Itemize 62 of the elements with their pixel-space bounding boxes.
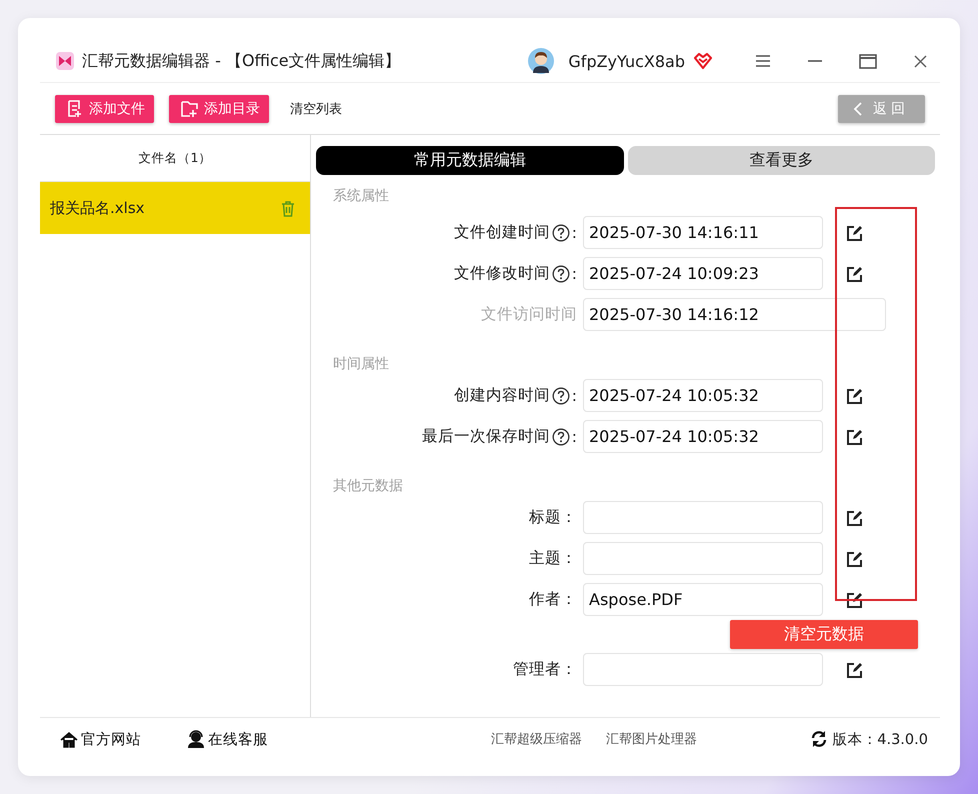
label-colon: : <box>572 386 577 404</box>
edit-button[interactable] <box>845 428 864 446</box>
refresh-icon[interactable] <box>810 730 828 748</box>
field-label: 创建内容时间 <box>454 385 550 406</box>
help-icon[interactable] <box>552 264 570 282</box>
tab[interactable]: 常用元数据编辑 <box>316 146 624 175</box>
vip-diamond-icon[interactable] <box>693 52 713 70</box>
field-label: 文件创建时间 <box>454 222 550 243</box>
input-field[interactable] <box>583 653 823 686</box>
app-link[interactable]: 汇帮图片处理器 <box>606 730 698 748</box>
help-icon[interactable] <box>552 386 570 404</box>
edit-button[interactable] <box>845 550 864 568</box>
website-link[interactable]: 官方网站 <box>60 730 141 748</box>
edit-button[interactable] <box>845 508 864 526</box>
version-label: 版本：4.3.0.0 <box>832 730 928 748</box>
field-label: 作者： <box>529 589 577 610</box>
label-colon: : <box>572 428 577 446</box>
section-title: 其他元数据 <box>332 477 404 496</box>
help-icon[interactable] <box>552 428 570 446</box>
window-title: 汇帮元数据编辑器 - 【Office文件属性编辑】 <box>82 50 402 72</box>
app-link[interactable]: 汇帮超级压缩器 <box>491 730 582 748</box>
file-add-icon <box>66 99 83 118</box>
field-label: 最后一次保存时间 <box>422 426 550 447</box>
help-icon[interactable] <box>552 224 570 242</box>
input-field[interactable] <box>583 542 823 575</box>
edit-button[interactable] <box>845 660 864 678</box>
headset-person-icon[interactable] <box>187 730 205 748</box>
section-title: 时间属性 <box>332 355 390 374</box>
label-colon: : <box>572 264 577 282</box>
user-avatar[interactable] <box>528 48 554 74</box>
input-field[interactable]: 2025-07-24 10:09:23 <box>583 257 823 290</box>
input-field[interactable]: 2025-07-24 10:05:32 <box>583 379 823 412</box>
field-label: 标题： <box>529 507 577 528</box>
home-icon[interactable] <box>60 730 78 748</box>
support-link[interactable]: 在线客服 <box>187 730 268 748</box>
maximize-icon[interactable] <box>859 52 877 70</box>
input-field[interactable]: 2025-07-24 10:05:32 <box>583 420 823 453</box>
file-item[interactable]: 报关品名.xlsx <box>40 182 310 234</box>
input-field[interactable]: 2025-07-30 14:16:11 <box>583 216 823 249</box>
edit-button[interactable] <box>845 224 864 242</box>
field-label: 主题： <box>529 548 577 569</box>
tab[interactable]: 查看更多 <box>628 146 935 175</box>
field-label: 管理者： <box>513 659 577 680</box>
folder-add-icon <box>180 99 198 118</box>
section-title: 系统属性 <box>332 187 390 206</box>
app-logo-icon <box>56 52 74 70</box>
label-colon: : <box>572 224 577 242</box>
field-label: 文件修改时间 <box>454 263 550 284</box>
edit-button[interactable] <box>845 590 864 608</box>
field-label: 文件访问时间 <box>481 304 577 325</box>
input-field[interactable] <box>583 501 823 534</box>
username: GfpZyYucX8ab <box>568 52 685 70</box>
edit-button[interactable] <box>845 264 864 282</box>
edit-button[interactable] <box>845 386 864 404</box>
chevron-left-icon <box>852 100 863 116</box>
clear-list-button[interactable]: 清空列表 <box>284 94 348 122</box>
add-folder-button[interactable]: 添加目录 <box>169 94 269 122</box>
clear-metadata-button[interactable]: 清空元数据 <box>730 620 918 649</box>
input-field[interactable]: Aspose.PDF <box>583 583 823 616</box>
add-file-button[interactable]: 添加文件 <box>55 94 154 122</box>
menu-icon[interactable] <box>755 53 771 69</box>
close-icon[interactable] <box>913 54 928 68</box>
